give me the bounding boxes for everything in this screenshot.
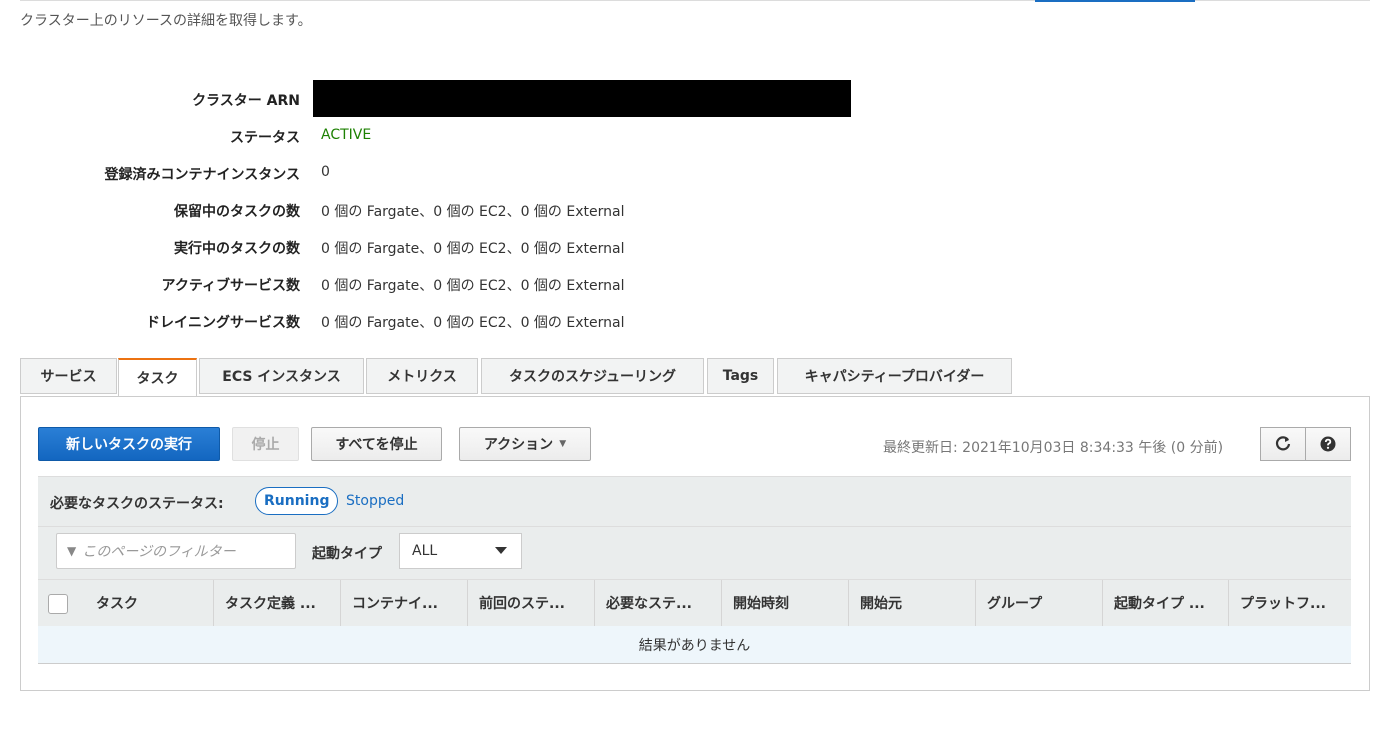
- column-header-platform[interactable]: プラットフ...: [1228, 580, 1351, 626]
- detail-value: 0 個の Fargate、0 個の EC2、0 個の External: [321, 278, 625, 294]
- tab-ecs-instances[interactable]: ECS インスタンス: [199, 358, 364, 394]
- detail-label: ステータス: [230, 130, 300, 146]
- detail-value: 0 個の Fargate、0 個の EC2、0 個の External: [321, 241, 625, 257]
- status-running-pill[interactable]: Running: [255, 487, 339, 515]
- page-filter-input[interactable]: ▼ このページのフィルター: [56, 533, 296, 569]
- launch-type-select[interactable]: ALL: [399, 533, 522, 569]
- actions-label: アクション: [483, 437, 554, 453]
- column-header-last-status[interactable]: 前回のステ...: [467, 580, 594, 626]
- chevron-down-icon: [495, 547, 507, 554]
- select-all-checkbox[interactable]: [48, 594, 68, 614]
- column-header-started-at[interactable]: 開始時刻: [721, 580, 848, 626]
- status-value: ACTIVE: [321, 127, 372, 143]
- tab-metrics[interactable]: メトリクス: [366, 358, 478, 394]
- detail-value: 0 個の Fargate、0 個の EC2、0 個の External: [321, 204, 625, 220]
- column-header-container-instance[interactable]: コンテナイ...: [340, 580, 467, 626]
- column-header-started-by[interactable]: 開始元: [848, 580, 975, 626]
- detail-label: 実行中のタスクの数: [174, 241, 300, 257]
- detail-label: クラスター ARN: [192, 93, 300, 109]
- help-icon: [1320, 436, 1336, 452]
- detail-row-running-tasks: 実行中のタスクの数 0 個の Fargate、0 個の EC2、0 個の Ext…: [0, 228, 1000, 265]
- detail-row-draining-services: ドレイニングサービス数 0 個の Fargate、0 個の EC2、0 個の E…: [0, 302, 1000, 339]
- detail-label: ドレイニングサービス数: [146, 315, 300, 331]
- detail-label: 保留中のタスクの数: [174, 204, 300, 220]
- detail-row-cluster-arn: クラスター ARN: [0, 80, 1000, 117]
- desired-status-bar: 必要なタスクのステータス: Running Stopped: [38, 476, 1351, 527]
- detail-label: 登録済みコンテナインスタンス: [104, 167, 300, 183]
- stop-button[interactable]: 停止: [232, 427, 299, 461]
- tab-tags[interactable]: Tags: [707, 358, 774, 394]
- detail-value: 0 個の Fargate、0 個の EC2、0 個の External: [321, 315, 625, 331]
- filter-bar: ▼ このページのフィルター 起動タイプ ALL: [38, 527, 1351, 579]
- launch-type-label: 起動タイプ: [312, 546, 382, 562]
- tab-capacity-providers[interactable]: キャパシティープロバイダー: [777, 358, 1012, 394]
- column-header-desired-status[interactable]: 必要なステ...: [594, 580, 721, 626]
- help-button[interactable]: [1305, 427, 1351, 461]
- detail-value: 0: [321, 164, 330, 180]
- column-header-task-definition[interactable]: タスク定義 ...: [213, 580, 340, 626]
- filter-icon: ▼: [67, 544, 77, 558]
- tab-tasks[interactable]: タスク: [118, 358, 197, 397]
- detail-row-active-services: アクティブサービス数 0 個の Fargate、0 個の EC2、0 個の Ex…: [0, 265, 1000, 302]
- status-stopped-link[interactable]: Stopped: [346, 493, 404, 509]
- caret-down-icon: ▼: [559, 439, 567, 449]
- tab-services[interactable]: サービス: [20, 358, 117, 394]
- stop-all-button[interactable]: すべてを停止: [311, 427, 442, 461]
- tasks-table-header: タスク タスク定義 ... コンテナイ... 前回のステ... 必要なステ...…: [38, 579, 1351, 626]
- tab-task-scheduling[interactable]: タスクのスケジューリング: [481, 358, 704, 394]
- detail-row-status: ステータス ACTIVE: [0, 117, 1000, 154]
- launch-type-value: ALL: [412, 543, 438, 559]
- refresh-icon: [1275, 436, 1291, 451]
- select-all-cell: [38, 580, 85, 626]
- top-active-edge: [1035, 0, 1195, 2]
- column-header-group[interactable]: グループ: [975, 580, 1102, 626]
- desired-status-label: 必要なタスクのステータス:: [50, 496, 224, 512]
- last-updated-text: 最終更新日: 2021年10月03日 8:34:33 午後 (0 分前): [883, 440, 1224, 456]
- refresh-button[interactable]: [1260, 427, 1306, 461]
- page-subtitle: クラスター上のリソースの詳細を取得します。: [20, 13, 312, 29]
- detail-label: アクティブサービス数: [161, 278, 300, 294]
- empty-message: 結果がありません: [638, 637, 751, 654]
- run-new-task-button[interactable]: 新しいタスクの実行: [38, 427, 220, 461]
- redacted-arn: [313, 80, 851, 117]
- detail-row-registered-instances: 登録済みコンテナインスタンス 0: [0, 154, 1000, 191]
- actions-dropdown[interactable]: アクション ▼: [459, 427, 591, 461]
- filter-placeholder: このページのフィルター: [82, 544, 236, 560]
- detail-row-pending-tasks: 保留中のタスクの数 0 個の Fargate、0 個の EC2、0 個の Ext…: [0, 191, 1000, 228]
- column-header-launch-type[interactable]: 起動タイプ ...: [1102, 580, 1228, 626]
- column-header-task[interactable]: タスク: [85, 580, 213, 626]
- empty-results-row: 結果がありません: [38, 626, 1351, 664]
